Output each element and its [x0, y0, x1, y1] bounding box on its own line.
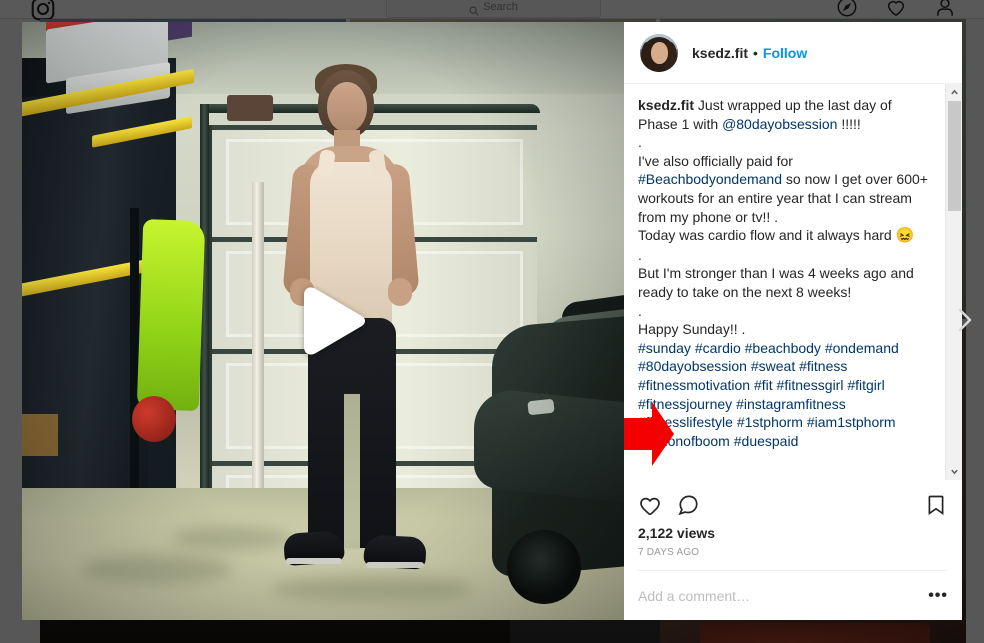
scrollbar-down-button[interactable] [945, 463, 962, 480]
caption-link[interactable]: #iam1stphorm [807, 414, 896, 430]
add-comment-input[interactable] [638, 587, 921, 604]
caption-link[interactable]: #fitgirl [847, 377, 884, 393]
caption-emoji: 😖 [895, 227, 915, 245]
caption-line: Happy Sunday!! . [638, 320, 931, 339]
caption-text: Today was cardio flow and it always hard [638, 227, 896, 244]
caption-text: . [638, 246, 642, 263]
caption-link[interactable]: #fitnessgirl [777, 377, 844, 393]
caption-link[interactable]: #Beachbodyondemand [638, 171, 782, 187]
caption-link[interactable]: #sunday [638, 340, 691, 356]
scrollbar-thumb[interactable] [947, 101, 961, 211]
caption-line: . [638, 246, 931, 265]
caption-link[interactable]: #ondemand [825, 340, 899, 356]
caption-link[interactable]: #fitness [799, 358, 847, 374]
post-modal: ksedz.fit • Follow ksedz.fit Just wrappe… [22, 22, 962, 620]
scrollbar-track[interactable] [946, 101, 963, 463]
next-post-button[interactable] [950, 300, 978, 340]
avatar[interactable] [640, 33, 678, 72]
comment-bubble-icon[interactable] [676, 493, 700, 517]
scrollbar-up-button[interactable] [945, 84, 962, 101]
caption-link[interactable]: @80dayobsession [722, 116, 837, 132]
caption-link[interactable]: #1stphorm [737, 414, 803, 430]
caption-line: . [638, 133, 931, 152]
comment-box: ••• [638, 570, 948, 620]
caption-link[interactable]: #cardio [695, 340, 741, 356]
post-actions: 2,122 views 7 DAYS AGO [624, 480, 962, 558]
caption-link[interactable]: #beachbody [745, 340, 821, 356]
caption-line: Today was cardio flow and it always hard… [638, 226, 931, 246]
post-username[interactable]: ksedz.fit [692, 44, 748, 62]
post-media[interactable] [22, 22, 624, 620]
caption-link[interactable]: #80dayobsession [638, 358, 747, 374]
caption-link[interactable]: #fit [754, 377, 773, 393]
caption-text: But I'm stronger than I was 4 weeks ago … [638, 265, 914, 300]
caption-scrollbar[interactable] [945, 84, 962, 480]
caption-link[interactable]: #fitnessmotivation [638, 377, 750, 393]
red-arrow-icon [622, 400, 676, 468]
caption-text: !!!!! [837, 115, 861, 132]
caption-text: I've also officially paid for [638, 152, 793, 169]
caption-line: But I'm stronger than I was 4 weeks ago … [638, 264, 931, 301]
caption-link[interactable]: #sweat [751, 358, 795, 374]
heart-icon[interactable] [638, 493, 662, 517]
bookmark-icon[interactable] [924, 493, 948, 517]
header-separator: • [753, 44, 758, 61]
caption-line: ksedz.fit Just wrapped up the last day o… [638, 96, 931, 133]
caption-text: . [638, 134, 642, 151]
caption-username[interactable]: ksedz.fit [638, 97, 698, 113]
post-header: ksedz.fit • Follow [624, 22, 962, 84]
follow-button[interactable]: Follow [763, 44, 807, 62]
page-root: Search [0, 0, 984, 643]
post-caption: ksedz.fit Just wrapped up the last day o… [638, 96, 931, 450]
caption-text: . [638, 302, 642, 319]
post-timestamp: 7 DAYS AGO [638, 547, 700, 558]
view-count: 2,122 views [638, 525, 716, 541]
caption-line: I've also officially paid for #Beachbody… [638, 152, 931, 226]
caption-link[interactable]: #duespaid [734, 433, 799, 449]
caption-line: #sunday #cardio #beachbody #ondemand #80… [638, 339, 931, 451]
caption-link[interactable]: #instagramfitness [736, 396, 846, 412]
post-info-pane: ksedz.fit • Follow ksedz.fit Just wrappe… [624, 22, 962, 620]
caption-text: Happy Sunday!! . [638, 321, 746, 338]
post-options-button[interactable]: ••• [920, 587, 948, 605]
caption-line: . [638, 302, 931, 321]
